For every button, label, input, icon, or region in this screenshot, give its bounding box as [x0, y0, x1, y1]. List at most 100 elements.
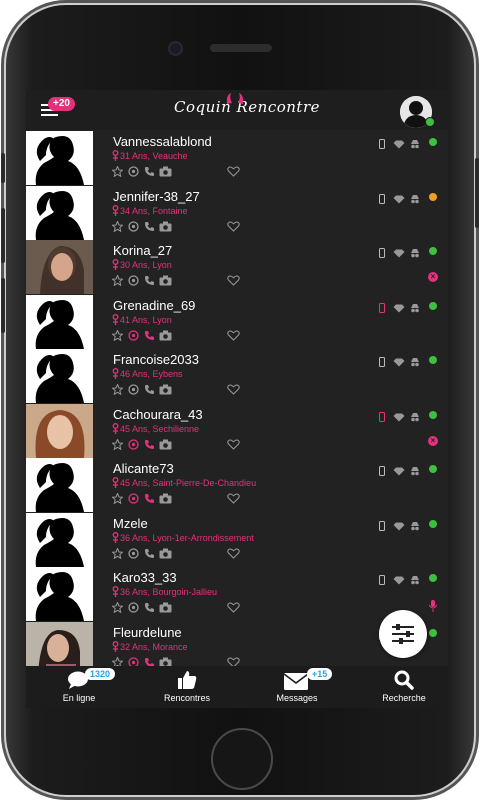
profile-photo[interactable] — [26, 567, 93, 621]
mobile-icon — [379, 463, 385, 481]
profile-name: Grenadine_69 — [113, 297, 196, 313]
heart-icon[interactable] — [227, 437, 240, 455]
tab-rencontres[interactable]: Rencontres — [137, 666, 237, 708]
tab-label: En ligne — [62, 693, 96, 703]
tab-label: Recherche — [382, 693, 426, 703]
tab-en-ligne[interactable]: 1320 En ligne — [29, 666, 129, 708]
camera-icon[interactable] — [159, 546, 172, 564]
profile-row[interactable]: Cachourara_43 45 Ans, Sechilienne × — [26, 403, 448, 458]
camera-icon[interactable] — [159, 437, 172, 455]
camera-icon[interactable] — [159, 164, 172, 182]
female-symbol-icon — [112, 313, 119, 325]
star-icon[interactable] — [111, 328, 124, 346]
star-icon[interactable] — [111, 546, 124, 564]
heart-icon[interactable] — [227, 546, 240, 564]
star-icon[interactable] — [111, 164, 124, 182]
profile-name: Korina_27 — [113, 243, 173, 258]
diamond-icon — [393, 354, 405, 372]
devil-horns-icon — [226, 93, 244, 104]
heart-icon[interactable] — [227, 219, 240, 237]
online-status-dot — [429, 247, 437, 255]
phone-icon[interactable] — [144, 328, 155, 346]
search-icon — [394, 670, 414, 690]
phone-icon[interactable] — [144, 219, 155, 237]
heart-icon[interactable] — [227, 328, 240, 346]
profile-photo[interactable] — [26, 403, 93, 458]
phone-icon[interactable] — [144, 273, 155, 291]
envelope-icon — [284, 673, 308, 690]
tab-messages[interactable]: +15 Messages — [247, 666, 347, 708]
star-icon[interactable] — [111, 382, 124, 400]
filter-button[interactable] — [379, 610, 427, 658]
eye-icon[interactable] — [128, 164, 139, 182]
heart-icon[interactable] — [227, 164, 240, 182]
profile-row[interactable]: Korina_27 30 Ans, Lyon × — [26, 239, 448, 294]
phone-icon[interactable] — [144, 600, 155, 618]
tab-label: Rencontres — [163, 693, 211, 703]
star-icon[interactable] — [111, 273, 124, 291]
profile-photo[interactable] — [26, 349, 93, 403]
camera-icon[interactable] — [159, 382, 172, 400]
incognito-icon — [410, 300, 420, 318]
heart-icon[interactable] — [227, 273, 240, 291]
microphone-icon — [429, 600, 437, 612]
eye-icon[interactable] — [128, 600, 139, 618]
incognito-icon — [410, 518, 420, 536]
phone-icon[interactable] — [144, 164, 155, 182]
phone-icon[interactable] — [144, 382, 155, 400]
online-status-dot — [429, 465, 437, 473]
camera-icon[interactable] — [159, 273, 172, 291]
profile-photo[interactable] — [26, 131, 93, 185]
camera-icon[interactable] — [159, 328, 172, 346]
tab-recherche[interactable]: Recherche — [354, 666, 448, 708]
power-button — [475, 158, 479, 228]
profile-name: Jennifer-38_27 — [113, 188, 200, 204]
star-icon[interactable] — [111, 491, 124, 509]
phone-icon[interactable] — [144, 546, 155, 564]
female-symbol-icon — [112, 640, 119, 652]
eye-icon[interactable] — [128, 219, 139, 237]
home-button[interactable] — [211, 728, 273, 790]
heart-icon[interactable] — [227, 600, 240, 618]
profile-age-city: 36 Ans, Lyon-1er-Arrondissement — [120, 532, 254, 543]
star-icon[interactable] — [111, 437, 124, 455]
profile-row[interactable]: Jennifer-38_27 34 Ans, Fontaine — [26, 185, 448, 240]
eye-icon[interactable] — [128, 328, 139, 346]
eye-icon[interactable] — [128, 546, 139, 564]
star-icon[interactable] — [111, 600, 124, 618]
profile-row[interactable]: Mzele 36 Ans, Lyon-1er-Arrondissement — [26, 512, 448, 567]
profile-photo[interactable] — [26, 294, 93, 349]
profile-age-city: 45 Ans, Saint-Pierre-De-Chandieu — [120, 478, 257, 488]
eye-icon[interactable] — [128, 437, 139, 455]
heart-icon[interactable] — [227, 382, 240, 400]
camera-icon[interactable] — [159, 491, 172, 509]
profile-row[interactable]: Francoise2033 46 Ans, Eybens — [26, 348, 448, 403]
online-status-dot — [429, 628, 437, 637]
online-count-badge: 1320 — [85, 668, 116, 680]
profile-row[interactable]: Grenadine_69 41 Ans, Lyon — [26, 294, 448, 349]
mobile-icon — [379, 354, 385, 372]
eye-icon[interactable] — [128, 491, 139, 509]
heart-icon[interactable] — [227, 491, 240, 509]
mobile-icon — [379, 300, 385, 318]
remove-icon[interactable]: × — [428, 435, 438, 446]
profile-photo[interactable] — [26, 185, 93, 240]
remove-icon[interactable]: × — [428, 272, 438, 282]
profile-photo[interactable] — [26, 458, 93, 512]
incognito-icon — [410, 572, 420, 590]
profile-photo[interactable] — [26, 512, 93, 567]
star-icon[interactable] — [111, 219, 124, 237]
profile-photo[interactable] — [26, 240, 93, 294]
mobile-icon — [379, 572, 385, 590]
profile-row[interactable]: Alicante73 45 Ans, Saint-Pierre-De-Chandi… — [26, 457, 448, 512]
eye-icon[interactable] — [128, 382, 139, 400]
earpiece-speaker — [210, 44, 272, 52]
camera-icon[interactable] — [159, 600, 172, 618]
phone-icon[interactable] — [144, 437, 155, 455]
camera-icon[interactable] — [159, 219, 172, 237]
eye-icon[interactable] — [128, 273, 139, 291]
profile-row[interactable]: Vannessalablond 31 Ans, Veauche — [26, 130, 448, 185]
phone-icon[interactable] — [144, 491, 155, 509]
profile-name: Fleurdelune — [113, 624, 182, 640]
incognito-icon — [410, 409, 420, 427]
